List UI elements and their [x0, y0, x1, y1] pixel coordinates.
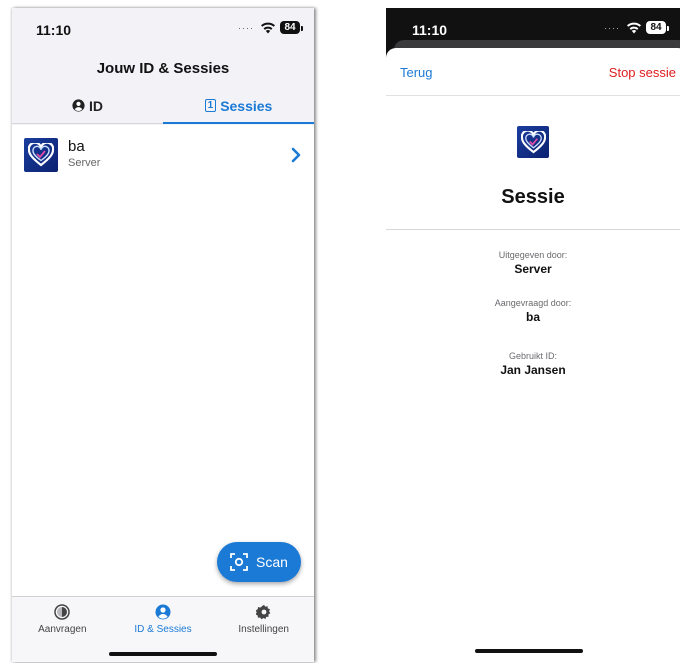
gear-icon	[255, 604, 271, 620]
sheet-title: Sessie	[501, 186, 565, 208]
field-label: Aangevraagd door:	[494, 298, 572, 308]
tab-sessions[interactable]: 1 Sessies	[163, 88, 314, 124]
status-time: 11:10	[36, 22, 72, 38]
battery-icon: 84	[280, 21, 303, 34]
signal-dots-icon: ····	[604, 22, 620, 33]
nav-item-id-sessions-label: ID & Sessies	[134, 624, 192, 635]
home-indicator	[475, 649, 583, 653]
tab-id-label: ID	[89, 97, 103, 114]
sheet-header: Terug Stop sessie	[386, 48, 680, 96]
field-value: Server	[514, 262, 552, 276]
wifi-icon	[261, 22, 275, 33]
home-indicator	[109, 652, 217, 656]
battery-icon: 84	[646, 21, 669, 34]
status-icons: ···· 84	[238, 21, 303, 34]
nav-item-requests-label: Aanvragen	[38, 624, 87, 635]
session-list-item[interactable]: ba Server	[12, 125, 314, 185]
user-circle-icon	[155, 604, 171, 620]
requests-icon	[54, 604, 71, 620]
session-count-badge: 1	[204, 99, 217, 112]
divider	[386, 229, 680, 230]
nav-item-requests[interactable]: Aanvragen	[12, 597, 113, 662]
heart-logo-icon	[517, 126, 549, 158]
status-icons: ···· 84	[604, 21, 669, 34]
field-value: ba	[525, 310, 540, 324]
requested-by-field: Aangevraagd door: ba	[386, 298, 680, 324]
chevron-right-icon	[291, 147, 301, 163]
nav-item-settings[interactable]: Instellingen	[213, 597, 314, 662]
session-sheet: Terug Stop sessie Sessie Uitgegeven door…	[386, 48, 680, 663]
field-label: Gebruikt ID:	[508, 351, 557, 361]
field-value: Jan Jansen	[500, 363, 566, 377]
wifi-icon	[627, 22, 641, 33]
field-label: Uitgegeven door:	[498, 250, 568, 260]
user-circle-icon	[72, 99, 85, 112]
session-subtitle: Server	[68, 156, 101, 169]
status-time: 11:10	[412, 22, 448, 38]
tab-bar: ID 1 Sessies	[12, 88, 314, 124]
session-detail-screen: 11:10 ···· 84 Terug Stop sessie Sessie U…	[386, 8, 680, 663]
issued-by-field: Uitgegeven door: Server	[386, 250, 680, 276]
nav-item-settings-label: Instellingen	[238, 624, 289, 635]
id-sessions-screen: 11:10 ···· 84 Jouw ID & Sessies ID 1 Ses…	[12, 8, 314, 662]
scan-button[interactable]: Scan	[217, 542, 301, 582]
page-title: Jouw ID & Sessies	[96, 60, 230, 77]
session-text: ba Server	[68, 138, 290, 169]
signal-dots-icon: ····	[238, 22, 254, 33]
status-bar: 11:10 ···· 84	[12, 8, 314, 48]
back-button[interactable]: Terug	[400, 65, 433, 80]
tab-sessions-label: Sessies	[220, 97, 273, 114]
used-id-field: Gebruikt ID: Jan Jansen	[386, 351, 680, 377]
tab-id[interactable]: ID	[12, 88, 163, 123]
stop-session-button[interactable]: Stop sessie	[609, 65, 676, 80]
session-title: ba	[68, 137, 85, 155]
heart-logo-icon	[24, 138, 58, 172]
scan-icon	[230, 553, 248, 571]
bottom-nav: Aanvragen ID & Sessies Instellingen	[12, 596, 314, 662]
scan-button-label: Scan	[256, 554, 288, 570]
